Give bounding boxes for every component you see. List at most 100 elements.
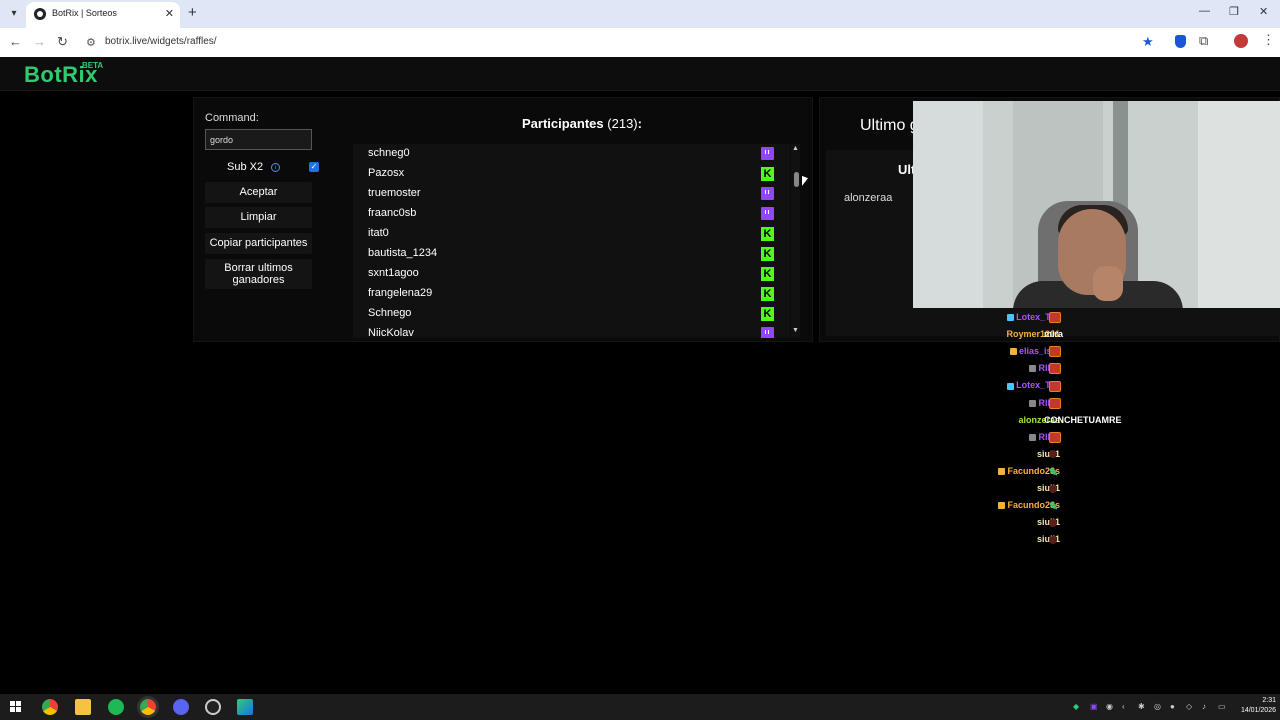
chat-text: CONCHETUAMRE [1044, 414, 1122, 425]
chat-emote-icon [1049, 363, 1061, 375]
site-info-icon[interactable]: ⚙ [86, 36, 96, 49]
participants-list[interactable]: schneg0 Pazosx Ktruemoster fraanc0sb itat0 Kb… [353, 144, 790, 338]
scrollbar-thumb[interactable] [794, 172, 799, 187]
tray-chevron-icon[interactable]: ‹ [1122, 702, 1125, 711]
chat-badge-icon [1029, 399, 1037, 407]
chat-message-tail [1046, 517, 1057, 532]
participant-name: truemoster [368, 187, 421, 199]
command-input[interactable] [205, 129, 312, 150]
sub-x2-checkbox[interactable]: ✓ [309, 162, 319, 172]
restore-icon[interactable]: ❐ [1229, 5, 1239, 18]
info-icon[interactable]: i [271, 163, 280, 172]
address-bar[interactable]: ⚙ botrix.live/widgets/raffles/ [80, 31, 1166, 54]
profile-avatar[interactable] [1234, 34, 1248, 48]
beta-badge: BETA [82, 61, 104, 70]
extensions-icon[interactable]: ⧉ [1199, 33, 1208, 49]
participant-name: bautista_1234 [368, 247, 438, 259]
chat-emote-icon [1049, 312, 1061, 324]
extension-shield-icon[interactable] [1175, 35, 1186, 48]
clock-date: 14/01/2026 [1240, 707, 1276, 714]
participants-count: (213) [607, 116, 638, 131]
chat-emote-icon [1049, 431, 1061, 443]
participant-name: NiicKolav [368, 327, 414, 338]
browser-tab[interactable]: BotRix | Sorteos ✕ [26, 2, 180, 28]
participants-title: Participantes (213): [522, 116, 642, 131]
bookmark-star-icon[interactable]: ★ [1142, 34, 1154, 50]
scroll-up-icon[interactable]: ▲ [792, 145, 799, 152]
chat-badge-icon [998, 468, 1006, 476]
chat-emote-icon [1049, 535, 1057, 544]
reload-icon[interactable]: ↻ [57, 34, 68, 50]
participant-row: NiicKolav [353, 324, 790, 338]
kick-icon: K [761, 307, 774, 321]
participant-name: sxnt1agoo [368, 267, 419, 279]
chat-message-tail [1046, 449, 1057, 464]
participant-row: Schnego K [353, 304, 790, 324]
back-icon[interactable]: ← [9, 34, 22, 49]
tray-discord-icon[interactable]: ◉ [1106, 702, 1113, 711]
discord-icon[interactable] [173, 699, 189, 715]
url-text: botrix.live/widgets/raffles/ [105, 36, 217, 47]
tray-network-icon[interactable]: ◇ [1186, 702, 1192, 711]
obs-icon[interactable] [205, 699, 221, 715]
kick-icon: K [761, 287, 774, 301]
copy-participants-button[interactable]: Copiar participantes [205, 233, 312, 254]
forward-icon[interactable]: → [33, 34, 46, 49]
scroll-down-icon[interactable]: ▼ [792, 327, 799, 334]
clear-button[interactable]: Limpiar [205, 207, 312, 228]
tab-close-icon[interactable]: ✕ [165, 7, 174, 20]
kick-icon: K [761, 247, 774, 261]
chat-badge-icon [1007, 382, 1015, 390]
chat-emote-icon: ✎ [1049, 466, 1059, 479]
tray-steam-icon[interactable]: ◎ [1154, 702, 1161, 711]
webcam-overlay [913, 101, 1280, 308]
new-tab-button[interactable]: + [188, 4, 197, 21]
kick-icon: K [761, 167, 774, 181]
chrome-icon[interactable] [42, 699, 58, 715]
spotify-icon[interactable] [108, 699, 124, 715]
chat-message-tail [1046, 431, 1061, 447]
clock-time: 2:31 [1262, 697, 1276, 704]
chat-message-tail [1046, 312, 1061, 327]
close-window-icon[interactable]: ✕ [1259, 5, 1268, 18]
chat-emote-icon [1049, 346, 1061, 358]
taskbar-clock[interactable]: 2:31 14/01/2026 [1236, 696, 1276, 716]
windows-icon[interactable] [10, 701, 22, 713]
chrome-profile-icon[interactable] [140, 699, 156, 715]
participant-row: frangelena29 K [353, 284, 790, 304]
favicon-icon [34, 8, 46, 20]
folder-icon[interactable] [75, 699, 91, 715]
participant-row: Pazosx K [353, 164, 790, 184]
chat-message-tail: mira [1044, 329, 1063, 344]
minimize-icon[interactable]: — [1199, 5, 1210, 17]
tray-twitch-icon[interactable]: ▣ [1090, 702, 1098, 711]
chat-message-tail: CONCHETUAMRE [1044, 415, 1122, 430]
chat-message-tail [1046, 363, 1061, 378]
mouse-cursor-icon [802, 175, 808, 189]
tray-display-icon[interactable]: ▭ [1218, 702, 1226, 711]
participant-row: schneg0 [353, 144, 790, 164]
twitch-icon [761, 187, 774, 200]
tray-volume-icon[interactable]: ♪ [1202, 702, 1206, 711]
chat-message-tail [1046, 534, 1057, 549]
participant-name: Schnego [368, 307, 412, 319]
kick-icon: K [761, 267, 774, 281]
tab-search-icon[interactable]: ▾ [6, 6, 22, 22]
menu-kebab-icon[interactable]: ⋮ [1262, 32, 1275, 48]
last-winner-name: alonzeraa [844, 192, 893, 204]
app-header: BotRix BETA [0, 57, 1280, 91]
accept-button[interactable]: Aceptar [205, 182, 312, 203]
tray-bluetooth-icon[interactable]: ✱ [1138, 702, 1145, 711]
delete-last-winners-button[interactable]: Borrar ultimos ganadores [205, 259, 312, 289]
twitch-icon [761, 147, 774, 160]
tray-app-icon[interactable]: ● [1170, 702, 1175, 711]
app-icon[interactable] [237, 699, 253, 715]
chat-emote-icon: ✎ [1049, 501, 1059, 514]
kick-icon: K [761, 227, 774, 241]
chat-badge-icon [1007, 314, 1015, 322]
chat-message-tail [1046, 380, 1061, 395]
participants-title-text: Participantes [522, 116, 604, 131]
participant-row: fraanc0sb [353, 204, 790, 224]
tray-nvidia-icon[interactable]: ◆ [1073, 702, 1079, 711]
streamer-hand [1093, 266, 1123, 301]
